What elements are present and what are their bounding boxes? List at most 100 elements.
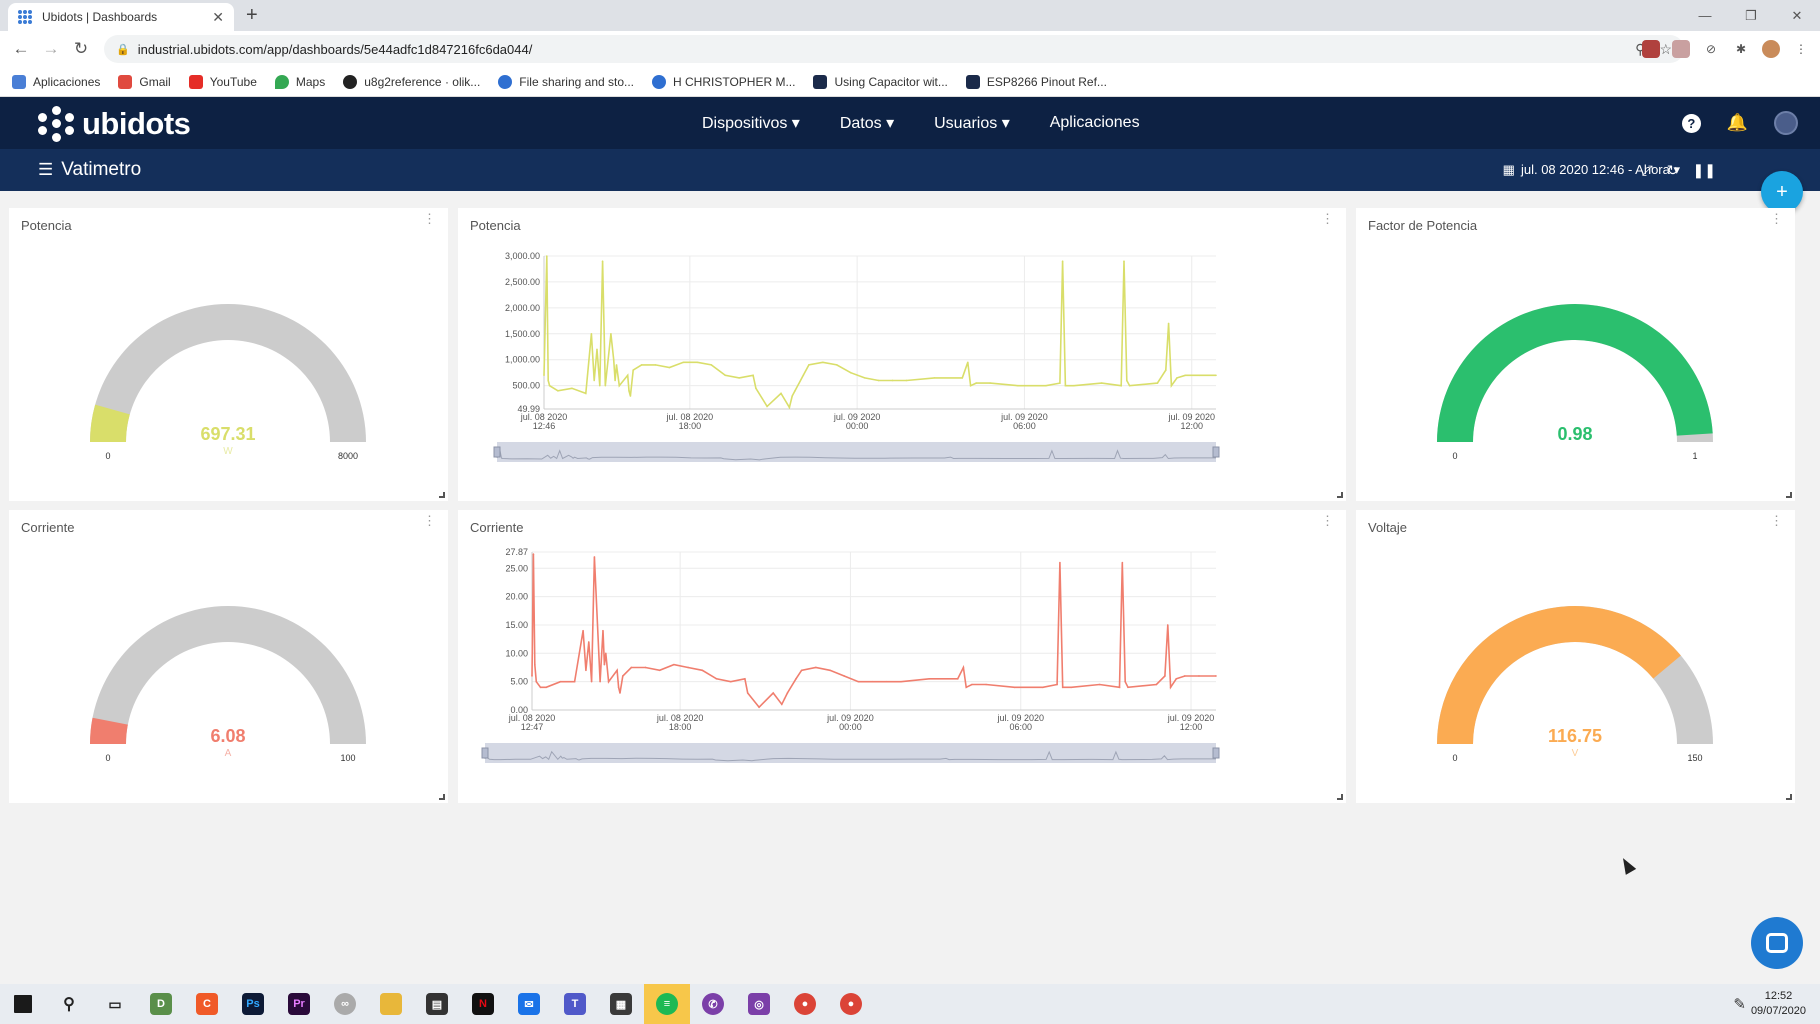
y-tick-label: 1,500.00 (505, 329, 540, 339)
resize-handle-icon[interactable] (439, 794, 445, 800)
url-field[interactable]: 🔒 industrial.ubidots.com/app/dashboards/… (104, 35, 1684, 63)
fullscreen-icon[interactable]: ⤢ (1642, 162, 1653, 179)
navigator-right-handle[interactable] (1212, 446, 1220, 458)
bell-icon[interactable]: 🔔 (1727, 113, 1748, 133)
dashboard-title: Vatimetro (61, 159, 142, 180)
bookmarks-bar: Aplicaciones Gmail YouTube Maps u8g2refe… (0, 67, 1820, 97)
resize-handle-icon[interactable] (439, 492, 445, 498)
bookmark-apps[interactable]: Aplicaciones (12, 74, 100, 89)
data-point (603, 663, 606, 666)
store-icon[interactable]: ▤ (414, 984, 460, 1024)
tab-close-icon[interactable]: ✕ (212, 9, 224, 26)
file-explorer-icon[interactable] (368, 984, 414, 1024)
resize-handle-icon[interactable] (1337, 794, 1343, 800)
refresh-icon[interactable]: ↻ (1667, 162, 1679, 179)
instagram-icon[interactable]: ◎ (736, 984, 782, 1024)
data-point (780, 392, 782, 395)
navigator-right-handle[interactable] (1212, 747, 1220, 759)
add-widget-button[interactable]: + (1761, 171, 1803, 213)
bookmark-maps[interactable]: Maps (274, 74, 325, 89)
arduino-icon[interactable]: ∞ (322, 984, 368, 1024)
system-clock[interactable]: 12:52 09/07/2020 (1751, 989, 1806, 1019)
windows-start-icon[interactable] (0, 984, 46, 1024)
browser-menu-icon[interactable]: ⋮ (1792, 40, 1810, 58)
help-icon[interactable]: ? (1681, 113, 1701, 133)
data-point (857, 680, 860, 683)
data-point (590, 680, 593, 683)
resize-handle-icon[interactable] (1786, 794, 1792, 800)
bookmark-youtube[interactable]: YouTube (188, 74, 257, 89)
spotify-icon[interactable]: ≡ (644, 984, 690, 1024)
chrome-active-icon[interactable]: ● (828, 984, 874, 1024)
pen-icon[interactable]: ✎ (1733, 995, 1746, 1013)
data-point (573, 680, 576, 683)
bookmark-u8g2[interactable]: u8g2reference · olik... (343, 74, 480, 89)
data-point (1215, 374, 1217, 377)
ubidots-logo[interactable]: ubidots (38, 106, 191, 142)
data-point (724, 374, 727, 377)
navigator-left-handle[interactable] (481, 747, 489, 759)
data-point (1017, 384, 1019, 387)
search-icon[interactable]: ⚲ (46, 984, 92, 1024)
resize-handle-icon[interactable] (1337, 492, 1343, 498)
bookmark-christopher[interactable]: H CHRISTOPHER M... (652, 74, 795, 89)
whatsapp-icon[interactable]: ✆ (690, 984, 736, 1024)
app-board-icon[interactable]: ▦ (598, 984, 644, 1024)
header-actions: ? 🔔 (1681, 97, 1798, 149)
back-icon[interactable]: ← (6, 39, 36, 59)
close-window-icon[interactable]: ✕ (1774, 0, 1820, 31)
resize-handle-icon[interactable] (1786, 492, 1792, 498)
block-extension-icon[interactable]: ⊘ (1702, 40, 1720, 58)
pdf-extension-icon[interactable] (1642, 40, 1660, 58)
bookmark-file-sharing[interactable]: File sharing and sto... (498, 74, 634, 89)
hamburger-menu-icon[interactable]: ☰ (38, 160, 53, 180)
nav-usuarios[interactable]: Usuarios ▾ (934, 113, 1010, 133)
corriente-line-chart: 0.005.0010.0015.0020.0025.0027.87jul. 08… (481, 547, 1220, 763)
gauge-fill (1437, 303, 1713, 442)
nav-aplicaciones[interactable]: Aplicaciones (1050, 114, 1140, 132)
gauge-widget-factor-potencia: Factor de Potencia ⋮ 0.98 0 1 (1356, 208, 1795, 501)
range-navigator[interactable] (497, 442, 1216, 462)
bookmark-gmail[interactable]: Gmail (118, 74, 171, 89)
task-view-icon[interactable]: ▭ (92, 984, 138, 1024)
nav-datos[interactable]: Datos ▾ (840, 113, 894, 133)
mail-icon[interactable]: ✉ (506, 984, 552, 1024)
data-point (535, 680, 538, 683)
bookmark-label: Using Capacitor wit... (834, 74, 948, 89)
teams-icon[interactable]: T (552, 984, 598, 1024)
factor-potencia-gauge: 0.98 0 1 (1437, 303, 1713, 461)
photoshop-icon[interactable]: Ps (230, 984, 276, 1024)
chrome-icon[interactable]: ● (782, 984, 828, 1024)
extensions-puzzle-icon[interactable]: ✱ (1732, 40, 1750, 58)
premiere-icon[interactable]: Pr (276, 984, 322, 1024)
chat-support-button[interactable] (1751, 917, 1803, 969)
restore-icon[interactable]: ❐ (1728, 0, 1774, 31)
navigator-left-handle[interactable] (493, 446, 501, 458)
data-point (1100, 382, 1103, 384)
user-avatar[interactable] (1774, 111, 1798, 135)
cast-extension-icon[interactable] (1672, 40, 1690, 58)
youtube-icon (188, 74, 203, 89)
app-orange-icon[interactable]: C (184, 984, 230, 1024)
browser-tab[interactable]: Ubidots | Dashboards ✕ (8, 3, 234, 31)
forward-icon[interactable]: → (36, 39, 66, 59)
netflix-icon[interactable]: N (460, 984, 506, 1024)
new-tab-icon[interactable]: + (246, 4, 258, 27)
reload-icon[interactable]: ↻ (66, 39, 96, 59)
nav-dispositivos[interactable]: Dispositivos ▾ (702, 113, 800, 133)
data-point (1064, 384, 1067, 387)
data-point (1042, 686, 1044, 689)
data-point (971, 683, 973, 686)
app-dragon-icon[interactable]: D (138, 984, 184, 1024)
bookmark-esp8266[interactable]: ESP8266 Pinout Ref... (965, 74, 1107, 89)
data-point (822, 361, 824, 364)
data-point (905, 379, 908, 382)
dashboard-bar: ☰ Vatimetro ▦ jul. 08 2020 12:46 - Ahora… (0, 149, 1820, 191)
dashboard-title-group[interactable]: ☰ Vatimetro (38, 149, 141, 191)
gauge-min-label: 0 (1452, 451, 1457, 461)
data-point (599, 680, 601, 683)
profile-avatar-icon[interactable] (1762, 40, 1780, 58)
bookmark-capacitor[interactable]: Using Capacitor wit... (813, 74, 948, 89)
minimize-icon[interactable]: — (1682, 0, 1728, 31)
pause-icon[interactable]: ❚❚ (1693, 162, 1716, 179)
